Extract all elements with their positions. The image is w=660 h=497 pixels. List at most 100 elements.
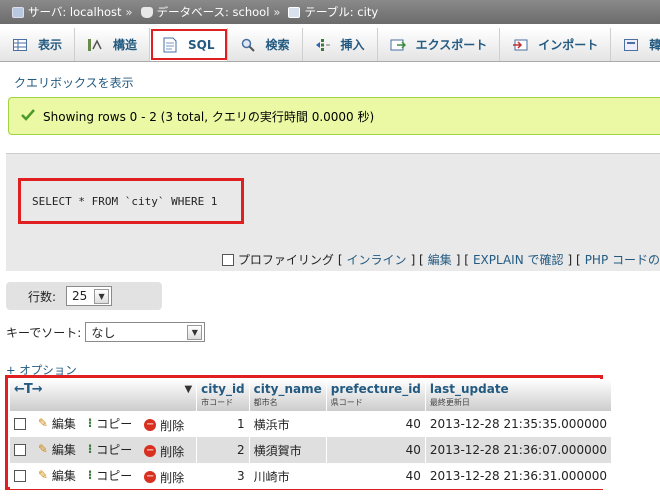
tab-export[interactable]: エクスポート (378, 28, 501, 61)
pencil-icon: ✎ (37, 442, 48, 456)
row-actions: ✎ 編集 ⁝ コピー − 削除 (10, 463, 198, 489)
sort-by-key: キーでソート: なし ▼ (6, 322, 206, 342)
row-actions: ✎ 編集 ⁝ コピー − 削除 (10, 437, 198, 463)
rows-select[interactable]: 25 ▼ (66, 286, 113, 306)
tab-bar: 表示 構造 SQL 検索 挿入 エクスポート インポート (0, 28, 660, 62)
table-icon (12, 37, 28, 53)
success-message: Showing rows 0 - 2 (3 total, クエリの実行時間 0.… (8, 97, 660, 135)
cell-city-id[interactable]: 1 (196, 411, 250, 437)
table-icon (288, 6, 301, 18)
breadcrumb: サーバ: localhost » データベース: school » テーブル: … (0, 0, 660, 24)
inline-edit-link[interactable]: インライン (347, 251, 407, 268)
results-table-highlight: ←T→ ▼ city_id 市コード city_name 都市名 prefect… (5, 375, 612, 490)
tab-label: SQL (188, 37, 215, 52)
import-icon (512, 37, 528, 53)
sql-query-panel: SELECT * FROM `city` WHERE 1 プロファイリング [ … (6, 153, 660, 271)
delete-icon: − (144, 445, 157, 457)
cell-prefecture-id[interactable]: 40 (326, 437, 426, 463)
copy-icon: ⁝ (87, 468, 93, 482)
success-text: Showing rows 0 - 2 (3 total, クエリの実行時間 0.… (43, 109, 375, 124)
tab-label: エクスポート (415, 38, 488, 52)
tab-sql[interactable]: SQL (150, 28, 228, 61)
delete-button[interactable]: − 削除 (144, 417, 184, 434)
copy-icon: ⁝ (87, 416, 93, 430)
row-checkbox[interactable] (14, 417, 26, 430)
cell-prefecture-id[interactable]: 40 (326, 411, 426, 437)
delete-button[interactable]: − 削除 (144, 469, 184, 486)
breadcrumb-separator: » (125, 5, 133, 19)
tab-insert[interactable]: 挿入 (303, 28, 378, 61)
server-icon (12, 6, 24, 18)
results-table: ←T→ ▼ city_id 市コード city_name 都市名 prefect… (10, 379, 612, 489)
tab-label: 検索 (265, 38, 290, 52)
delete-icon: − (144, 419, 157, 431)
profiling-checkbox[interactable] (221, 253, 234, 266)
export-icon (390, 37, 406, 53)
sql-query-text[interactable]: SELECT * FROM `city` WHERE 1 (18, 178, 244, 224)
php-code-link[interactable]: PHP コードの (585, 251, 660, 268)
tab-operations[interactable]: 韓 (611, 28, 660, 61)
table-row: ✎ 編集 ⁝ コピー − 削除 1 横浜市 40 2013-12-28 21:35:3… (10, 411, 612, 437)
search-icon (240, 37, 256, 53)
sort-label: キーでソート: (6, 325, 82, 340)
database-icon (140, 6, 153, 18)
tab-import[interactable]: インポート (500, 28, 612, 61)
chevron-down-icon: ▼ (187, 324, 203, 340)
tab-browse[interactable]: 表示 (0, 28, 76, 61)
cell-city-id[interactable]: 2 (196, 437, 250, 463)
tab-label: インポート (538, 38, 599, 52)
row-actions: ✎ 編集 ⁝ コピー − 削除 (10, 411, 198, 437)
table-row: ✎ 編集 ⁝ コピー − 削除 3 川崎市 40 2013-12-28 21:36:3… (10, 463, 612, 489)
column-header-city-name[interactable]: city_name 都市名 (249, 379, 327, 411)
breadcrumb-database[interactable]: データベース: school (157, 4, 270, 20)
rows-label: 行数: (28, 289, 57, 304)
cell-city-name[interactable]: 横浜市 (249, 411, 327, 437)
copy-button[interactable]: ⁝ コピー (88, 467, 133, 484)
explain-link[interactable]: EXPLAIN で確認 (473, 251, 564, 268)
cell-last-update[interactable]: 2013-12-28 21:35:35.000000 (425, 411, 612, 437)
edit-button[interactable]: ✎ 編集 (38, 441, 76, 458)
delete-icon: − (144, 471, 157, 483)
cell-prefecture-id[interactable]: 40 (326, 463, 426, 489)
breadcrumb-server[interactable]: サーバ: localhost (28, 4, 122, 20)
sort-select[interactable]: なし ▼ (85, 322, 206, 342)
column-header-prefecture-id[interactable]: prefecture_id 県コード (326, 379, 426, 411)
breadcrumb-table[interactable]: テーブル: city (304, 4, 378, 20)
column-arrows-icon[interactable]: ←T→ (14, 382, 43, 397)
copy-button[interactable]: ⁝ コピー (88, 441, 133, 458)
operations-icon (623, 37, 639, 53)
column-header-last-update[interactable]: last_update 最終更新日 (425, 379, 612, 411)
edit-button[interactable]: ✎ 編集 (38, 415, 76, 432)
delete-button[interactable]: − 削除 (144, 443, 184, 460)
sql-icon (162, 37, 178, 53)
chevron-down-icon: ▼ (94, 288, 110, 304)
edit-button[interactable]: ✎ 編集 (38, 467, 76, 484)
pencil-icon: ✎ (37, 468, 48, 482)
row-checkbox[interactable] (14, 443, 26, 456)
cell-city-name[interactable]: 横須賀市 (249, 437, 327, 463)
check-icon (21, 108, 35, 124)
cell-city-name[interactable]: 川崎市 (249, 463, 327, 489)
tab-structure[interactable]: 構造 (75, 28, 151, 61)
cell-last-update[interactable]: 2013-12-28 21:36:07.000000 (425, 437, 612, 463)
sort-arrow-icon[interactable]: ▼ (184, 384, 192, 395)
table-row: ✎ 編集 ⁝ コピー − 削除 2 横須賀市 40 2013-12-28 21:36:… (10, 437, 612, 463)
insert-icon (315, 37, 331, 53)
pencil-icon: ✎ (37, 416, 48, 430)
column-controls-header: ←T→ ▼ (10, 379, 198, 411)
edit-link[interactable]: 編集 (428, 251, 452, 268)
column-header-city-id[interactable]: city_id 市コード (196, 379, 250, 411)
cell-last-update[interactable]: 2013-12-28 21:36:31.000000 (425, 463, 612, 489)
structure-icon (87, 37, 103, 53)
rows-per-page: 行数: 25 ▼ (6, 282, 162, 310)
show-query-box-link[interactable]: クエリボックスを表示 (14, 74, 134, 91)
tab-label: 韓 (649, 36, 660, 53)
profiling-label: プロファイリング (237, 253, 334, 267)
tab-search[interactable]: 検索 (228, 28, 303, 61)
cell-city-id[interactable]: 3 (196, 463, 250, 489)
sql-links: プロファイリング [ インライン ] [ 編集 ] [ EXPLAIN で確認 … (221, 251, 660, 268)
row-checkbox[interactable] (14, 469, 26, 482)
tab-label: 表示 (38, 38, 63, 52)
breadcrumb-separator: » (273, 5, 281, 19)
copy-button[interactable]: ⁝ コピー (88, 415, 133, 432)
